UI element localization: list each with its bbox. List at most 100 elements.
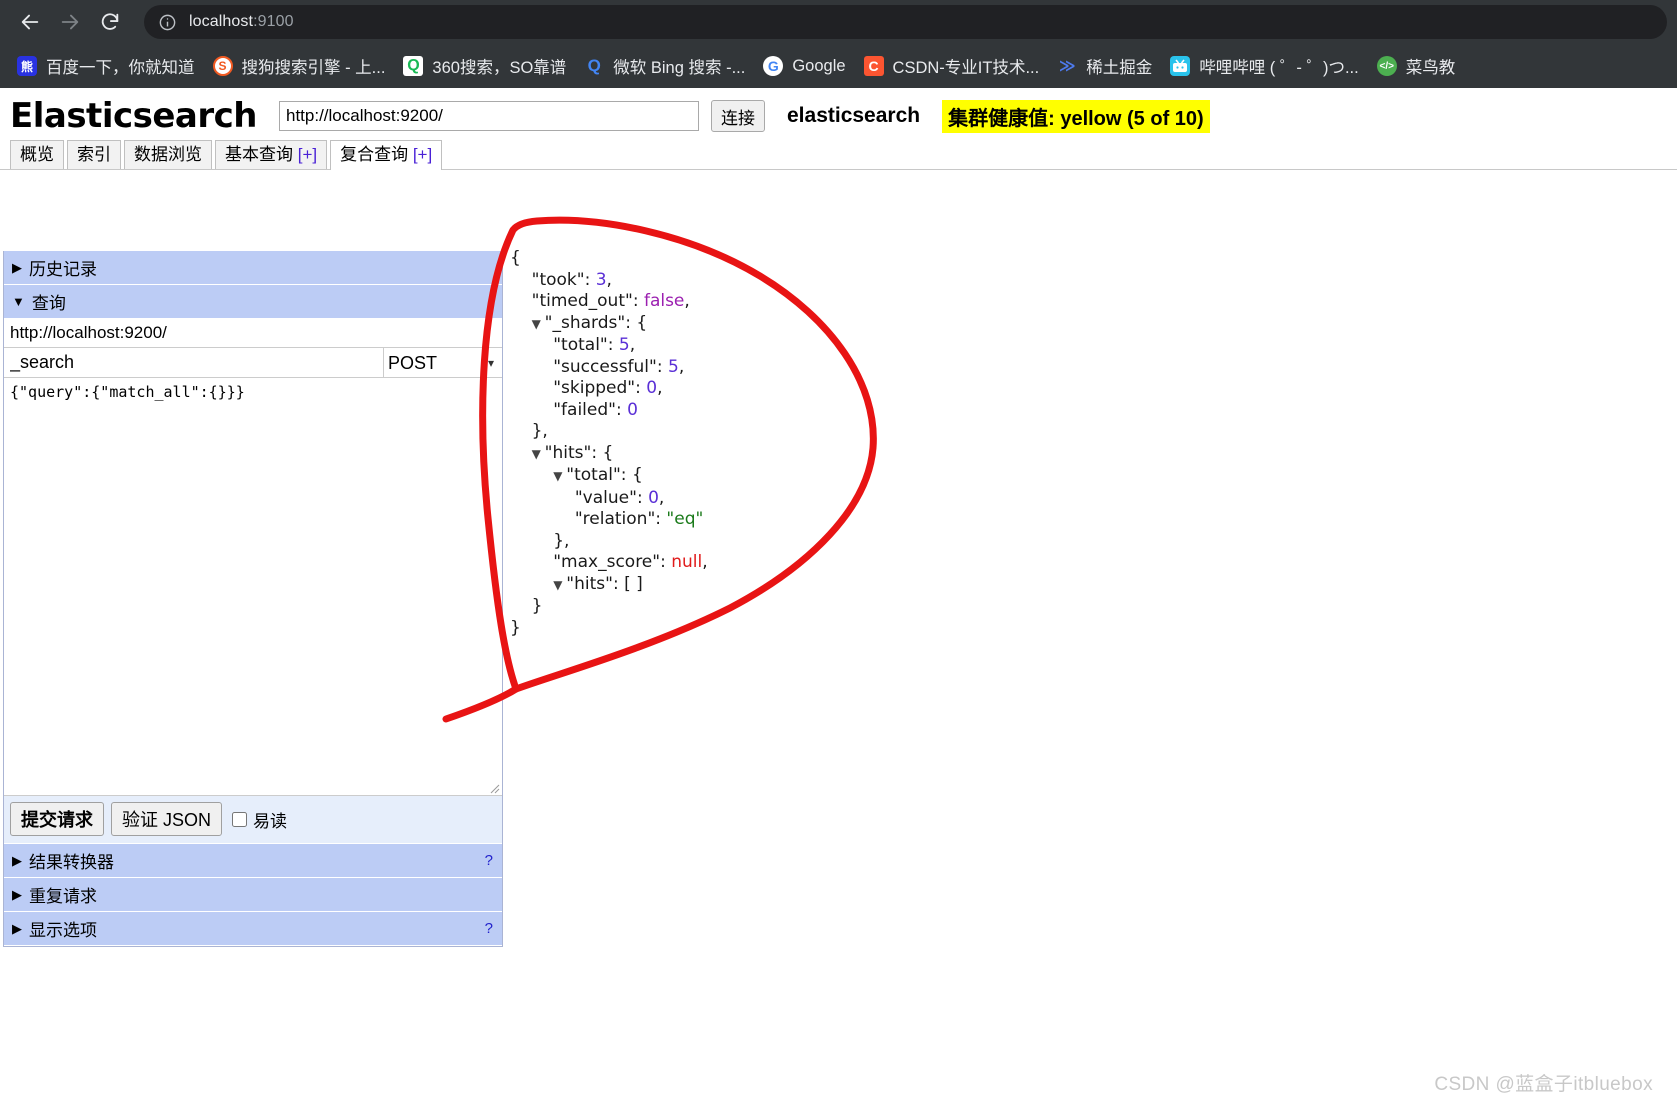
- tab-label: 数据浏览: [134, 145, 202, 164]
- back-button[interactable]: [10, 4, 50, 40]
- query-panel: ▶ 历史记录 ▼ 查询 POSTGETPUTDELETEHEAD ▾: [3, 251, 503, 947]
- chevron-right-icon: ▶: [12, 852, 22, 868]
- chevron-right-icon: ▶: [12, 259, 22, 275]
- json-line: },: [510, 421, 548, 441]
- json-line: "max_score": null,: [553, 552, 708, 572]
- tab-4[interactable]: 复合查询 [+]: [330, 140, 443, 170]
- http-method-select[interactable]: POSTGETPUTDELETEHEAD: [384, 350, 494, 375]
- csdn-icon: C: [863, 56, 884, 76]
- tab-plus-marker[interactable]: [+]: [408, 145, 432, 164]
- bookmark-label: 菜鸟教: [1405, 59, 1456, 77]
- json-value: false: [643, 291, 685, 311]
- bookmark-item[interactable]: S 搜狗搜索引擎 - 上...: [204, 50, 395, 82]
- bookmark-item[interactable]: C CSDN-专业IT技术...: [855, 50, 1049, 82]
- bookmark-item[interactable]: Q 微软 Bing 搜索 -...: [575, 50, 754, 82]
- section-query[interactable]: ▼ 查询: [4, 285, 502, 319]
- reload-button[interactable]: [90, 4, 130, 40]
- json-collapse-toggle[interactable]: ▼: [532, 317, 545, 331]
- cluster-health-badge: 集群健康值: yellow (5 of 10): [942, 99, 1210, 133]
- forward-button[interactable]: [50, 4, 90, 40]
- bookmark-item[interactable]: 哔哩哔哩 ( ゜- ゜)つ...: [1161, 50, 1368, 82]
- section-2[interactable]: ▶ 显示选项?: [4, 912, 502, 946]
- json-value: 0: [646, 378, 658, 398]
- reload-icon: [101, 13, 119, 30]
- baidu-icon: 熊: [17, 56, 37, 76]
- section-label: 重复请求: [29, 887, 97, 906]
- bookmark-item[interactable]: 熊百度一下，你就知道: [8, 50, 204, 82]
- pretty-print-checkbox[interactable]: [232, 811, 248, 827]
- host-input[interactable]: [279, 101, 699, 131]
- section-1[interactable]: ▶ 重复请求: [4, 878, 502, 912]
- connect-button[interactable]: 连接: [711, 100, 765, 132]
- json-value: 3: [595, 269, 607, 290]
- bookmark-item[interactable]: Q 360搜索，SO靠谱: [394, 50, 575, 82]
- bookmark-item[interactable]: </> 菜鸟教: [1368, 50, 1465, 82]
- bookmark-item[interactable]: ≫ 稀土掘金: [1048, 50, 1161, 82]
- json-line: }: [510, 596, 543, 616]
- json-key: "failed": [553, 399, 616, 420]
- query-body-wrap: [4, 378, 502, 796]
- tab-label: 索引: [77, 145, 111, 164]
- bookmark-label: Google: [792, 56, 846, 75]
- query-path-input[interactable]: [4, 348, 384, 377]
- runoob-icon: </>: [1376, 56, 1397, 76]
- tab-label: 概览: [20, 145, 54, 164]
- json-collapse-toggle[interactable]: ▼: [532, 447, 545, 461]
- sogou-icon: S: [212, 56, 233, 76]
- textarea-resize-grip[interactable]: [488, 781, 500, 794]
- json-key: "successful": [553, 356, 657, 377]
- google-icon: G: [763, 56, 784, 76]
- json-collapse-toggle[interactable]: ▼: [553, 469, 566, 483]
- tab-1[interactable]: 索引: [67, 140, 121, 169]
- bookmark-label: 搜狗搜索引擎 - 上...: [241, 59, 386, 77]
- forward-arrow-icon: [61, 14, 79, 30]
- json-line: }: [510, 617, 521, 638]
- help-link[interactable]: ?: [485, 852, 493, 869]
- json-line: "took": 3,: [531, 269, 612, 290]
- query-url-row: [4, 319, 502, 348]
- chevron-down-icon: ▼: [12, 294, 25, 309]
- json-line: "value": 0,: [574, 487, 665, 508]
- tab-plus-marker[interactable]: [+]: [293, 145, 317, 164]
- json-key: "relation": [574, 509, 656, 529]
- json-value: {: [631, 465, 643, 485]
- json-key: "total": [553, 335, 608, 355]
- json-key: "hits": [566, 573, 613, 594]
- bookmarks-bar: 熊百度一下，你就知道 S 搜狗搜索引擎 - 上... Q 360搜索，SO靠谱 Q 微软 B…: [0, 44, 1677, 88]
- bookmark-item[interactable]: G Google: [754, 52, 854, 80]
- page-title: Elasticsearch: [10, 96, 258, 136]
- json-value: [ ]: [624, 573, 643, 594]
- pretty-print-toggle[interactable]: 易读: [232, 807, 287, 832]
- bookmark-label: 稀土掘金: [1086, 59, 1153, 77]
- query-path-row: POSTGETPUTDELETEHEAD ▾: [4, 348, 502, 378]
- json-value: 5: [618, 335, 630, 355]
- section-history[interactable]: ▶ 历史记录: [4, 251, 502, 285]
- json-line: ▼ "hits": {: [531, 442, 614, 463]
- json-line: "skipped": 0,: [553, 378, 663, 398]
- tab-0[interactable]: 概览: [10, 140, 64, 169]
- submit-request-button[interactable]: 提交请求: [10, 802, 104, 836]
- validate-json-button[interactable]: 验证 JSON: [111, 802, 223, 836]
- tab-label: 基本查询: [225, 145, 293, 164]
- section-label: 显示选项: [29, 921, 97, 940]
- info-circle-icon[interactable]: [158, 13, 177, 32]
- json-value: {: [636, 312, 648, 333]
- browser-nav-bar: localhost:9100: [0, 0, 1677, 44]
- section-0[interactable]: ▶ 结果转换器?: [4, 844, 502, 878]
- bookmark-label: 微软 Bing 搜索 -...: [613, 59, 746, 77]
- omnibox-url: localhost:9100: [189, 13, 294, 31]
- tab-3[interactable]: 基本查询 [+]: [215, 140, 328, 169]
- json-collapse-toggle[interactable]: ▼: [553, 578, 566, 592]
- json-value: null: [671, 552, 703, 572]
- elasticsearch-header: Elasticsearch 连接 elasticsearch 集群健康值: ye…: [0, 88, 1677, 140]
- tab-2[interactable]: 数据浏览: [124, 140, 212, 169]
- query-body-textarea[interactable]: [4, 378, 502, 790]
- omnibox[interactable]: localhost:9100: [144, 5, 1667, 39]
- juejin-icon: ≫: [1058, 58, 1076, 75]
- json-value: "eq": [666, 509, 704, 529]
- json-key: "took": [531, 269, 585, 290]
- json-value: {: [602, 442, 614, 463]
- help-link[interactable]: ?: [485, 920, 493, 937]
- csdn-watermark: CSDN @蓝盒子itbluebox: [1434, 1074, 1653, 1095]
- query-url-input[interactable]: [4, 319, 502, 347]
